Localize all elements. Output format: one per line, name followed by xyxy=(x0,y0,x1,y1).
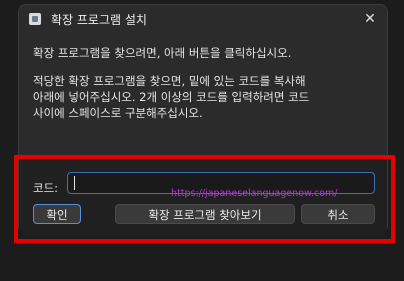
detail-text: 적당한 확장 프로그램을 찾으면, 밑에 있는 코드를 복사해 아래에 넣어주십… xyxy=(33,73,383,121)
detail-line-1: 적당한 확장 프로그램을 찾으면, 밑에 있는 코드를 복사해 xyxy=(33,74,306,88)
app-icon xyxy=(29,13,41,25)
title-bar: 확장 프로그램 설치 ✕ xyxy=(19,5,387,33)
window-title: 확장 프로그램 설치 xyxy=(51,13,147,27)
annotation-highlight-box xyxy=(14,155,395,243)
instruction-text: 확장 프로그램을 찾으려면, 아래 버튼을 클릭하십시오. xyxy=(33,46,292,60)
detail-line-3: 사이에 스페이스로 구분해주십시오. xyxy=(33,106,203,120)
close-icon[interactable]: ✕ xyxy=(361,10,379,28)
instructions: 확장 프로그램을 찾으려면, 아래 버튼을 클릭하십시오. 적당한 확장 프로그… xyxy=(33,45,383,121)
detail-line-2: 아래에 넣어주십시오. 2개 이상의 코드를 입력하려면 코드 xyxy=(33,90,310,104)
